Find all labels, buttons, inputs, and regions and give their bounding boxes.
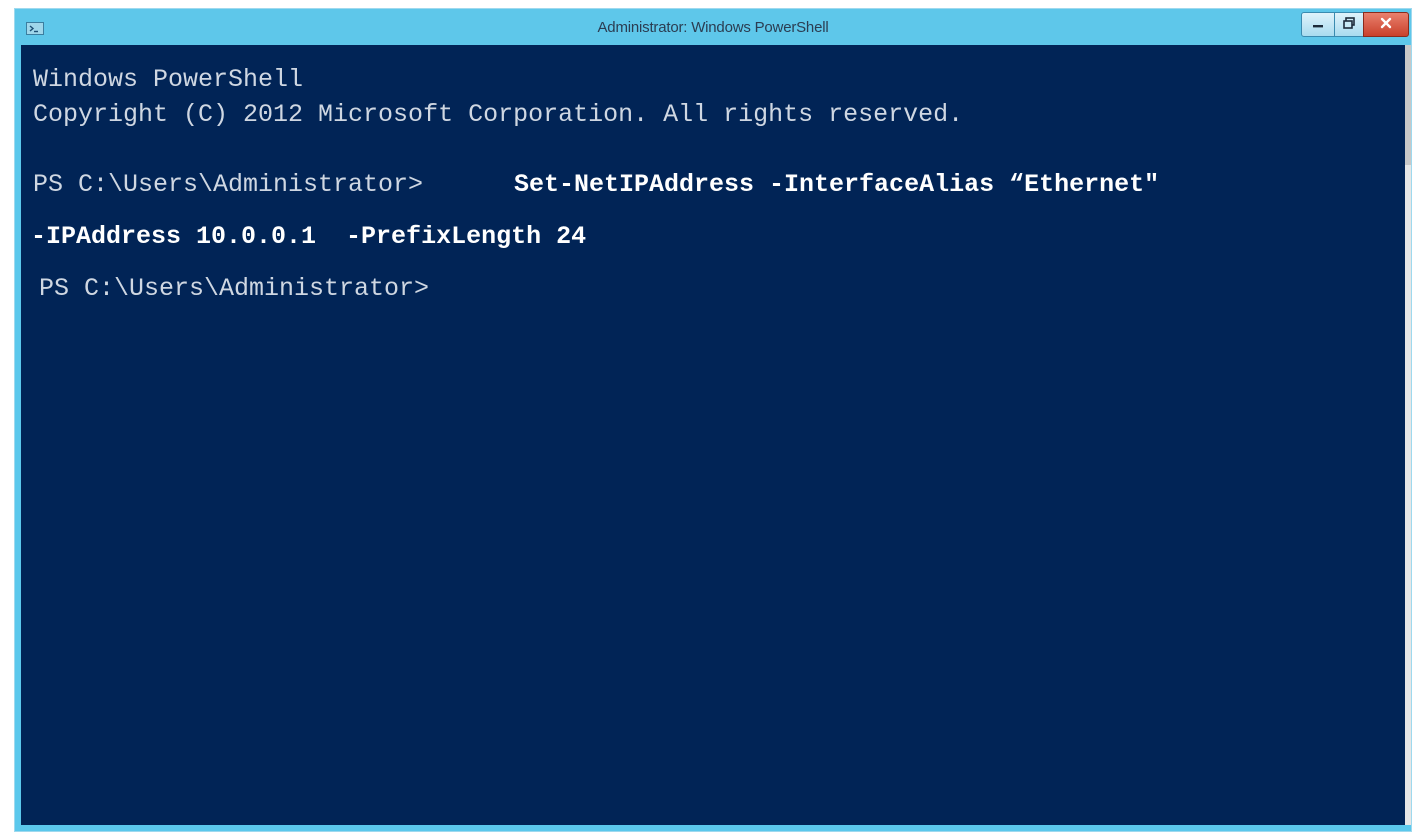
window-title: Administrator: Windows PowerShell [597, 19, 829, 36]
minimize-button[interactable] [1301, 12, 1335, 37]
command-text-2: -IPAddress 10.0.0.1 -PrefixLength 24 [31, 222, 587, 251]
banner-copyright: Copyright (C) 2012 Microsoft Corporation… [33, 100, 964, 129]
prompt-line-2: PS C:\Users\Administrator> [39, 274, 430, 303]
powershell-window: Administrator: Windows PowerShell Window… [14, 8, 1412, 832]
prompt-line-1: PS C:\Users\Administrator> [33, 170, 424, 199]
console-area[interactable]: Windows PowerShell Copyright (C) 2012 Mi… [21, 45, 1406, 825]
title-bar[interactable]: Administrator: Windows PowerShell [15, 9, 1411, 45]
restore-icon [1342, 16, 1356, 34]
command-text-1: Set-NetIPAddress -InterfaceAlias “Ethern… [514, 170, 1160, 199]
banner-title: Windows PowerShell [33, 65, 304, 94]
close-icon [1379, 16, 1393, 34]
minimize-icon [1311, 16, 1325, 34]
scrollbar-thumb[interactable] [1405, 45, 1411, 165]
restore-button[interactable] [1334, 12, 1364, 37]
window-controls [1301, 12, 1409, 38]
vertical-scrollbar[interactable] [1405, 45, 1411, 825]
close-button[interactable] [1363, 12, 1409, 37]
